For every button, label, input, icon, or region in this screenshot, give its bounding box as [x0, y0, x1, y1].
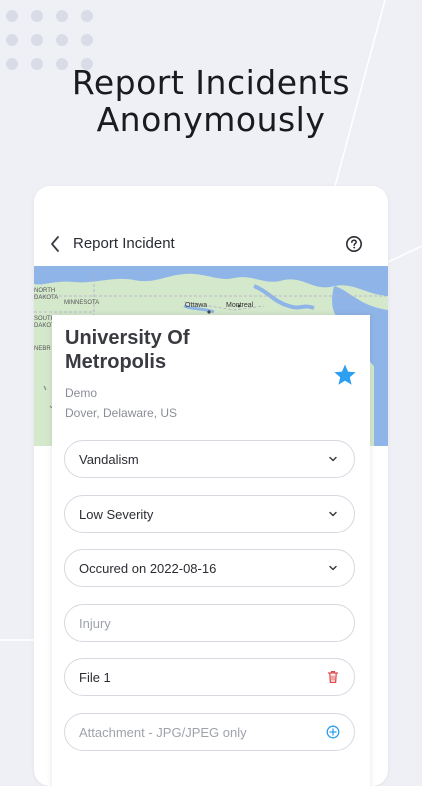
- injury-input[interactable]: Injury: [64, 604, 355, 642]
- injury-placeholder: Injury: [79, 616, 111, 631]
- file-item[interactable]: File 1: [64, 658, 355, 696]
- incident-type-value: Vandalism: [79, 452, 139, 467]
- app-bar: Report Incident: [34, 186, 388, 266]
- map-label-nebr: NEBR: [34, 346, 51, 352]
- date-value: Occured on 2022-08-16: [79, 561, 217, 576]
- file-label: File 1: [79, 670, 111, 685]
- campus-subtitle: Demo: [65, 386, 98, 400]
- phone-screen: Report Incident NORTH DAKOTA MINNESOTA S…: [34, 186, 388, 786]
- chevron-down-icon: [329, 511, 337, 517]
- attachment-input[interactable]: Attachment - JPG/JPEG only: [64, 713, 355, 751]
- campus-name: University Of Metropolis: [65, 327, 190, 373]
- date-select[interactable]: Occured on 2022-08-16: [64, 549, 355, 587]
- incident-type-select[interactable]: Vandalism: [64, 440, 355, 478]
- chevron-down-icon: [329, 456, 337, 462]
- add-circle-icon[interactable]: [326, 725, 340, 739]
- map-label-dakota: DAKOTA: [34, 295, 59, 301]
- headline-line-2: Anonymously: [96, 100, 326, 139]
- severity-select[interactable]: Low Severity: [64, 495, 355, 533]
- headline-line-1: Report Incidents: [71, 63, 351, 102]
- map-city-ottawa: Ottawa: [185, 302, 208, 309]
- map-label-north: NORTH: [34, 288, 56, 294]
- incident-form-card: University Of Metropolis Demo Dover, Del…: [52, 315, 370, 786]
- severity-value: Low Severity: [79, 507, 154, 522]
- map-label-minnesota: MINNESOTA: [64, 300, 100, 306]
- campus-location: Dover, Delaware, US: [65, 406, 178, 420]
- help-icon[interactable]: [345, 235, 363, 253]
- star-icon[interactable]: [333, 363, 357, 387]
- promo-headline: Report Incidents Anonymously: [0, 64, 422, 138]
- decorative-dot-grid: [6, 10, 94, 70]
- page-title: Report Incident: [73, 235, 175, 252]
- map-city-montreal: Montreal: [226, 302, 254, 309]
- trash-icon[interactable]: [327, 670, 339, 684]
- attachment-placeholder: Attachment - JPG/JPEG only: [79, 725, 247, 740]
- chevron-down-icon: [329, 565, 337, 571]
- back-arrow-icon[interactable]: [48, 234, 64, 254]
